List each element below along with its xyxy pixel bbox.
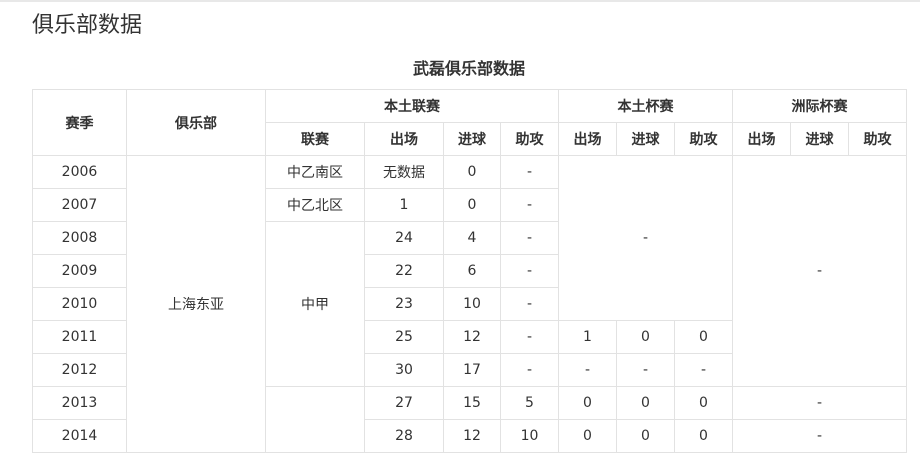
cell-league-assists: - [500,254,559,288]
cell-league-assists: - [500,320,559,354]
cell-league-goals: 4 [443,221,501,255]
header-continental-cup: 洲际杯赛 [732,89,907,123]
header-club: 俱乐部 [126,89,266,156]
cell-cup-apps: - [558,353,617,387]
header-cont-apps: 出场 [732,122,791,156]
cell-league-assists: - [500,353,559,387]
cell-league-goals: 0 [443,155,501,189]
cell-league-assists: 10 [500,419,559,453]
cell-league-goals: 12 [443,320,501,354]
cell-league: 中乙南区 [265,155,365,189]
section-title: 俱乐部数据 [32,13,143,38]
top-divider [0,0,920,2]
cell-club: 上海东亚 [126,155,266,453]
cell-season: 2014 [32,419,127,453]
cell-league-goals: 0 [443,188,501,222]
cell-league-apps: 1 [364,188,444,222]
header-league: 联赛 [265,122,365,156]
cell-cup-apps: 1 [558,320,617,354]
cell-league-goals: 12 [443,419,501,453]
cell-cup-assists: 0 [674,386,733,420]
cell-cup-goals: 0 [616,386,675,420]
cell-league: 中甲 [265,221,365,387]
cell-cup-assists: - [674,353,733,387]
header-row-groups: 赛季 俱乐部 本土联赛 本土杯赛 洲际杯赛 [32,89,907,156]
header-league-goals: 进球 [443,122,501,156]
cell-league-apps: 27 [364,386,444,420]
cell-season: 2010 [32,287,127,321]
cell-cup-apps: 0 [558,386,617,420]
cell-cup-goals: - [616,353,675,387]
cell-season: 2007 [32,188,127,222]
cell-league-apps: 30 [364,353,444,387]
cell-cup-assists: 0 [674,419,733,453]
cell-league-apps: 24 [364,221,444,255]
cell-league-apps: 23 [364,287,444,321]
cell-league-goals: 17 [443,353,501,387]
header-cup-apps: 出场 [558,122,617,156]
header-season: 赛季 [32,89,127,156]
header-cup-goals: 进球 [616,122,675,156]
cell-league-goals: 10 [443,287,501,321]
cell-cup-goals: 0 [616,320,675,354]
header-domestic-cup: 本土杯赛 [558,89,733,123]
cell-league-apps: 28 [364,419,444,453]
header-cont-goals: 进球 [790,122,849,156]
cell-continental-merged: - [732,155,907,387]
cell-league-apps: 22 [364,254,444,288]
cell-season: 2013 [32,386,127,420]
header-cont-assists: 助攻 [848,122,907,156]
cell-season: 2012 [32,353,127,387]
cell-league-assists: - [500,155,559,189]
club-stats-table: 赛季 俱乐部 本土联赛 本土杯赛 洲际杯赛 联赛 出场 进球 助攻 出场 进球 … [32,89,907,453]
cell-continental: - [732,386,907,420]
cell-league-goals: 15 [443,386,501,420]
cell-league-assists: - [500,287,559,321]
cell-cup-apps: 0 [558,419,617,453]
cell-season: 2006 [32,155,127,189]
cell-league: 中乙北区 [265,188,365,222]
table-row: 2006 上海东亚 中乙南区 无数据 0 - - - [32,155,907,453]
header-cup-assists: 助攻 [674,122,733,156]
cell-season: 2011 [32,320,127,354]
cell-league-apps: 25 [364,320,444,354]
cell-cup-assists: 0 [674,320,733,354]
cell-cup-goals: 0 [616,419,675,453]
cell-season: 2009 [32,254,127,288]
table-caption: 武磊俱乐部数据 [412,59,525,78]
cell-league-assists: 5 [500,386,559,420]
cell-season: 2008 [32,221,127,255]
cell-league-empty [265,386,365,453]
header-league-apps: 出场 [364,122,444,156]
cell-continental: - [732,419,907,453]
cell-league-goals: 6 [443,254,501,288]
cell-league-assists: - [500,188,559,222]
cell-cup-merged: - [558,155,733,321]
cell-league-apps: 无数据 [364,155,444,189]
cell-league-assists: - [500,221,559,255]
header-league-assists: 助攻 [500,122,559,156]
header-domestic-league: 本土联赛 [265,89,559,123]
